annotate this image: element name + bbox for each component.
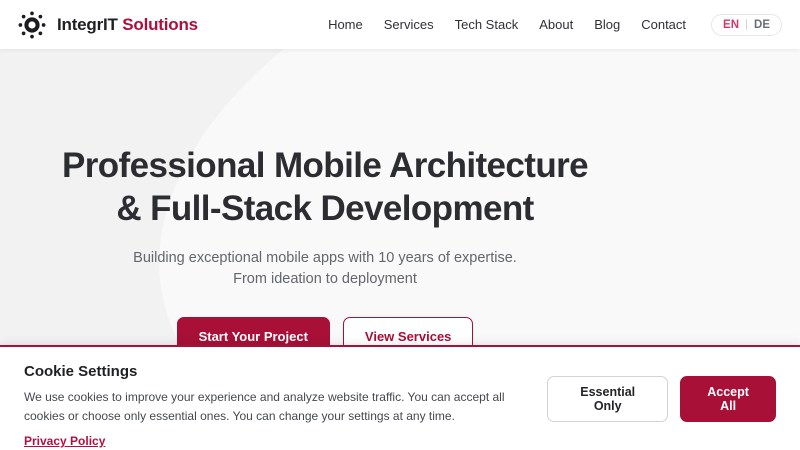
nav-item-about[interactable]: About — [539, 17, 573, 32]
cookie-actions: Essential Only Accept All — [547, 376, 776, 422]
language-switcher[interactable]: EN | DE — [711, 14, 782, 36]
nav-item-contact[interactable]: Contact — [641, 17, 686, 32]
hero-content: Professional Mobile Architecture & Full-… — [0, 49, 650, 356]
brand-name-primary: IntegrIT — [57, 15, 118, 34]
dotted-ring-logo-icon — [16, 9, 48, 41]
language-option-de[interactable]: DE — [754, 19, 770, 31]
hero-title: Professional Mobile Architecture & Full-… — [0, 145, 650, 230]
privacy-policy-link[interactable]: Privacy Policy — [24, 434, 105, 448]
cookie-banner: Cookie Settings We use cookies to improv… — [0, 345, 800, 450]
hero-subtitle: Building exceptional mobile apps with 10… — [0, 248, 650, 290]
hero-title-line1: Professional Mobile Architecture — [62, 146, 588, 185]
language-option-en[interactable]: EN — [723, 19, 739, 31]
cookie-banner-title: Cookie Settings — [24, 363, 547, 380]
hero-title-line2: & Full-Stack Development — [116, 189, 533, 228]
cookie-text-block: Cookie Settings We use cookies to improv… — [24, 347, 547, 450]
hero-subtitle-line1: Building exceptional mobile apps with 10… — [133, 250, 517, 266]
essential-only-button[interactable]: Essential Only — [547, 376, 668, 422]
main-nav: Home Services Tech Stack About Blog Cont… — [328, 14, 782, 36]
accept-all-button[interactable]: Accept All — [680, 376, 776, 422]
nav-item-services[interactable]: Services — [384, 17, 434, 32]
nav-item-home[interactable]: Home — [328, 17, 363, 32]
hero-subtitle-line2: From ideation to deployment — [233, 271, 417, 287]
cookie-banner-body: We use cookies to improve your experienc… — [24, 388, 547, 425]
nav-item-blog[interactable]: Blog — [594, 17, 620, 32]
brand-name: IntegrIT Solutions — [57, 15, 198, 35]
brand-name-accent: Solutions — [122, 15, 198, 34]
language-separator: | — [745, 19, 748, 31]
brand-logo[interactable]: IntegrIT Solutions — [16, 9, 198, 41]
nav-item-tech-stack[interactable]: Tech Stack — [455, 17, 519, 32]
header: IntegrIT Solutions Home Services Tech St… — [0, 0, 800, 49]
